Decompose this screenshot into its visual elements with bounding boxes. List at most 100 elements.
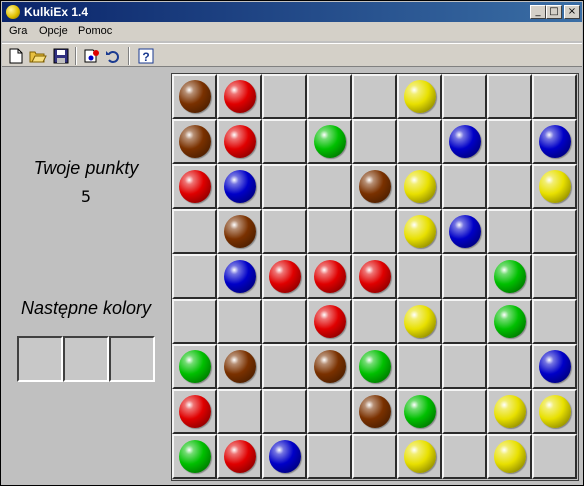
board-cell[interactable] [532,209,577,254]
maximize-button[interactable]: □ [546,5,562,19]
red-ball[interactable] [224,125,256,158]
brown-ball[interactable] [179,80,211,113]
board-cell[interactable] [172,119,217,164]
board-cell[interactable] [352,74,397,119]
board-cell[interactable] [352,254,397,299]
board-cell[interactable] [487,389,532,434]
board-cell[interactable] [172,344,217,389]
red-ball[interactable] [224,80,256,113]
yellow-ball[interactable] [404,215,436,248]
board-cell[interactable] [487,119,532,164]
blue-ball[interactable] [449,125,481,158]
board-cell[interactable] [307,164,352,209]
board-cell[interactable] [487,209,532,254]
yellow-ball[interactable] [404,305,436,338]
board-cell[interactable] [307,344,352,389]
board-cell[interactable] [172,254,217,299]
close-button[interactable]: × [564,5,580,19]
red-ball[interactable] [224,440,256,473]
board-cell[interactable] [262,164,307,209]
red-ball[interactable] [314,260,346,293]
red-ball[interactable] [179,395,211,428]
open-icon[interactable] [29,47,47,65]
board-cell[interactable] [352,164,397,209]
board-cell[interactable] [397,299,442,344]
board-cell[interactable] [307,119,352,164]
yellow-ball[interactable] [404,440,436,473]
board-cell[interactable] [352,209,397,254]
board-cell[interactable] [217,119,262,164]
blue-ball[interactable] [539,350,571,383]
yellow-ball[interactable] [494,395,526,428]
yellow-ball[interactable] [404,80,436,113]
board-cell[interactable] [487,164,532,209]
board-cell[interactable] [487,299,532,344]
green-ball[interactable] [179,440,211,473]
yellow-ball[interactable] [539,395,571,428]
board-cell[interactable] [352,434,397,479]
brown-ball[interactable] [224,215,256,248]
board-cell[interactable] [442,119,487,164]
board-cell[interactable] [307,254,352,299]
menu-opcje[interactable]: Opcje [39,25,68,37]
title-bar[interactable]: KulkiEx 1.4 _ □ × [2,2,582,22]
board-cell[interactable] [262,74,307,119]
blue-ball[interactable] [269,440,301,473]
board-cell[interactable] [217,434,262,479]
board-cell[interactable] [352,299,397,344]
menu-gra[interactable]: Gra [9,25,27,37]
board-cell[interactable] [532,119,577,164]
board-cell[interactable] [442,209,487,254]
yellow-ball[interactable] [404,170,436,203]
blue-ball[interactable] [224,170,256,203]
red-ball[interactable] [179,170,211,203]
board-cell[interactable] [397,389,442,434]
blue-ball[interactable] [539,125,571,158]
red-ball[interactable] [314,305,346,338]
board-cell[interactable] [487,344,532,389]
board-cell[interactable] [262,344,307,389]
board-cell[interactable] [307,299,352,344]
green-ball[interactable] [404,395,436,428]
board-cell[interactable] [307,389,352,434]
green-ball[interactable] [314,125,346,158]
board-cell[interactable] [442,74,487,119]
board-cell[interactable] [352,389,397,434]
board-cell[interactable] [532,434,577,479]
board-cell[interactable] [217,74,262,119]
board-cell[interactable] [487,434,532,479]
board-cell[interactable] [217,254,262,299]
undo-icon[interactable] [105,47,123,65]
brown-ball[interactable] [359,170,391,203]
board-cell[interactable] [397,434,442,479]
green-ball[interactable] [359,350,391,383]
board-cell[interactable] [532,164,577,209]
green-ball[interactable] [494,260,526,293]
yellow-ball[interactable] [494,440,526,473]
board-cell[interactable] [217,389,262,434]
red-ball[interactable] [359,260,391,293]
board-cell[interactable] [217,344,262,389]
board-cell[interactable] [307,209,352,254]
red-ball[interactable] [269,260,301,293]
brown-ball[interactable] [224,350,256,383]
board-cell[interactable] [397,119,442,164]
new-icon[interactable] [7,47,25,65]
board-cell[interactable] [487,74,532,119]
board-cell[interactable] [397,164,442,209]
brown-ball[interactable] [179,125,211,158]
board-cell[interactable] [172,389,217,434]
board-cell[interactable] [262,389,307,434]
board-cell[interactable] [262,209,307,254]
board-cell[interactable] [532,299,577,344]
board-cell[interactable] [532,254,577,299]
board-cell[interactable] [217,209,262,254]
save-icon[interactable] [52,47,70,65]
board-cell[interactable] [172,74,217,119]
board-cell[interactable] [397,344,442,389]
board-cell[interactable] [532,389,577,434]
green-ball[interactable] [494,305,526,338]
board-cell[interactable] [352,119,397,164]
board-cell[interactable] [262,434,307,479]
hint-icon[interactable] [83,47,101,65]
